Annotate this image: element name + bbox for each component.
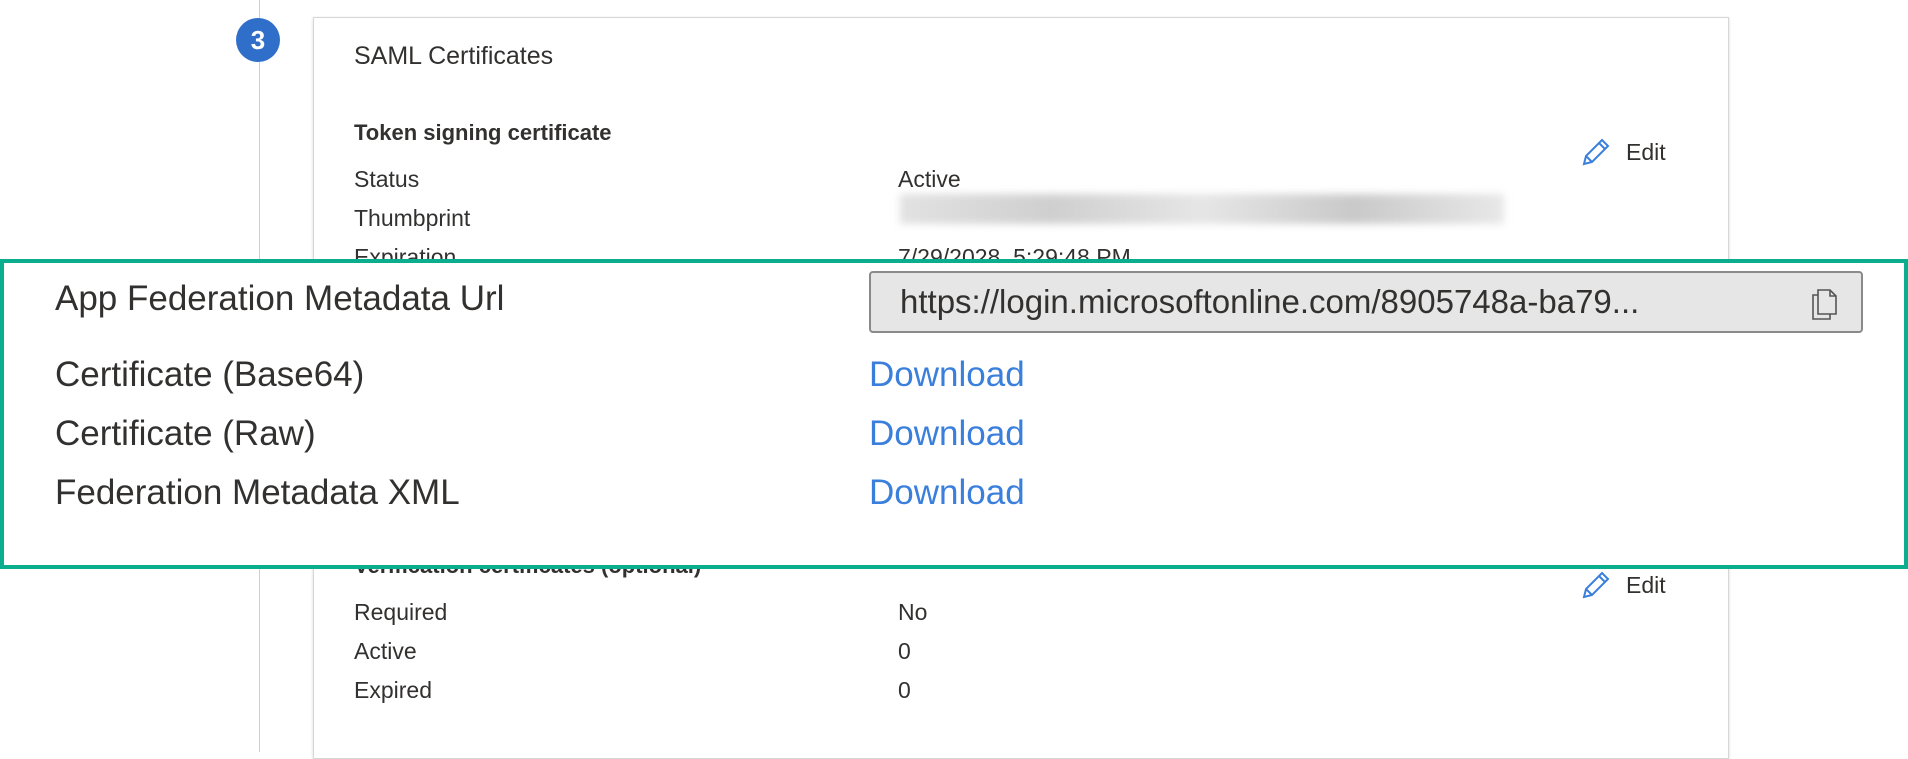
certificate-base64-download-link[interactable]: Download (869, 355, 1025, 395)
active-label: Active (354, 638, 417, 664)
certificate-base64-label: Certificate (Base64) (55, 355, 365, 394)
required-value: No (898, 599, 928, 625)
required-label: Required (354, 599, 448, 625)
token-signing-edit-button[interactable]: Edit (1580, 136, 1666, 168)
federation-metadata-xml-download-link[interactable]: Download (869, 473, 1025, 513)
pencil-icon (1582, 571, 1610, 599)
thumbprint-value-redacted (900, 194, 1504, 224)
metadata-url-field[interactable]: https://login.microsoftonline.com/890574… (869, 271, 1863, 333)
edit-label: Edit (1626, 571, 1666, 598)
status-value: Active (898, 166, 961, 192)
verification-edit-button[interactable]: Edit (1580, 569, 1666, 601)
certificate-raw-label: Certificate (Raw) (55, 414, 316, 453)
token-signing-heading: Token signing certificate (354, 120, 612, 145)
step-badge: 3 (236, 18, 280, 62)
pencil-icon (1582, 138, 1610, 166)
copy-icon[interactable] (1809, 287, 1839, 321)
federation-metadata-xml-label: Federation Metadata XML (55, 473, 460, 512)
metadata-url-label: App Federation Metadata Url (55, 279, 505, 318)
metadata-url-value: https://login.microsoftonline.com/890574… (900, 283, 1640, 320)
expired-label: Expired (354, 677, 432, 703)
active-value: 0 (898, 638, 911, 664)
certificate-raw-download-link[interactable]: Download (869, 414, 1025, 454)
highlighted-metadata-panel: App Federation Metadata Url https://logi… (0, 259, 1908, 569)
edit-label: Edit (1626, 138, 1666, 165)
thumbprint-label: Thumbprint (354, 205, 471, 231)
status-label: Status (354, 166, 420, 192)
section-title: SAML Certificates (354, 42, 554, 70)
expired-value: 0 (898, 677, 911, 703)
